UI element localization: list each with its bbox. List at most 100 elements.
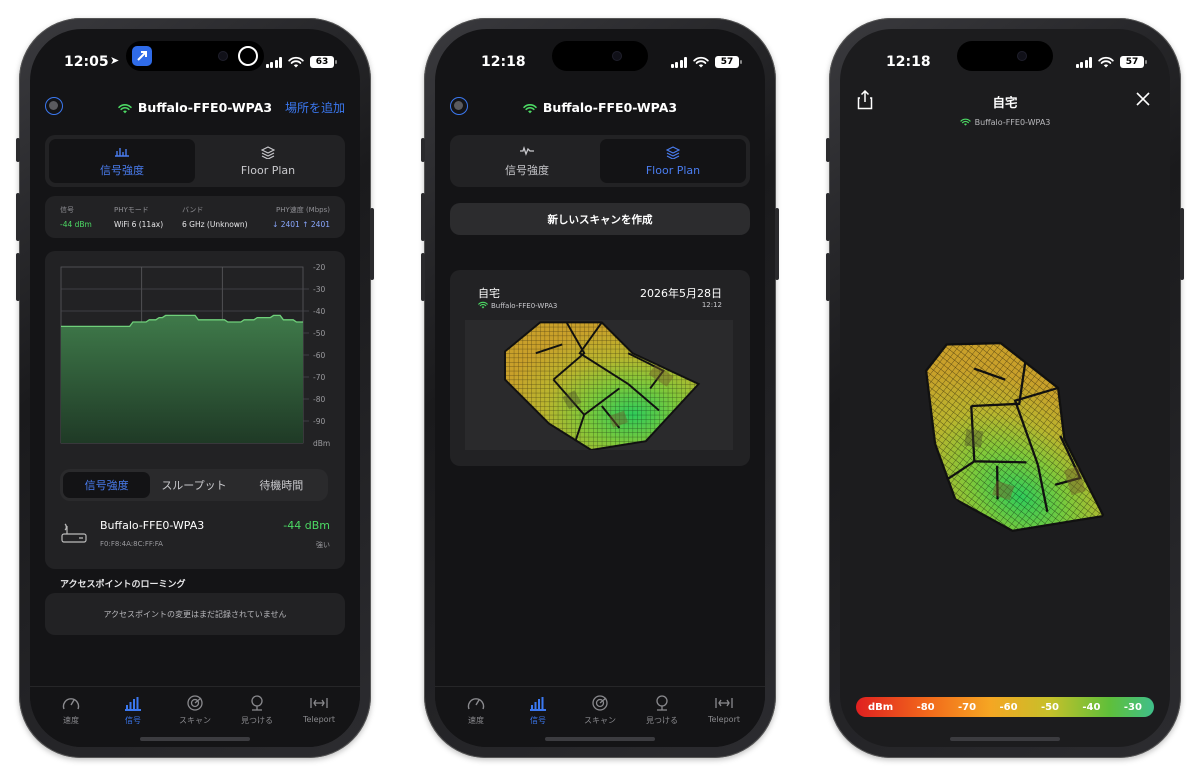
view-segmented-control: 信号強度 Floor Plan [450, 135, 750, 187]
segment-floor-plan[interactable]: Floor Plan [600, 139, 746, 183]
floor-plan-thumbnail [465, 320, 733, 450]
close-icon[interactable] [1136, 92, 1150, 106]
speedometer-icon [467, 698, 485, 710]
status-bar: 12:05 ➤ 63 [30, 54, 360, 74]
subtab-latency[interactable]: 待機時間 [238, 472, 325, 498]
metric-segmented-control: 信号強度 スループット 待機時間 [60, 469, 328, 501]
status-time: 12:05 [64, 54, 109, 70]
scan-time: 12:12 [701, 301, 722, 309]
speedometer-icon [62, 698, 80, 710]
wifi-icon [478, 301, 488, 309]
roaming-title: アクセスポイントのローミング [60, 580, 186, 590]
ap-dbm: -44 dBm [283, 519, 330, 532]
ap-quality: 強い [316, 541, 330, 549]
y-tick-label: -40 [313, 307, 325, 316]
y-tick-label: -60 [313, 351, 325, 360]
radar-icon [187, 695, 203, 711]
phone-frame-2: 12:18 57 Buffalo-FFE0-WPA3 信号強度 Floor Pl… [421, 18, 779, 758]
cellular-icon [265, 56, 282, 68]
signal-legend: dBm -80 -70 -60 -50 -40 -30 [856, 697, 1154, 717]
legend-tick: -30 [1123, 701, 1142, 713]
scan-name: 自宅 [478, 287, 500, 300]
signal-area [61, 315, 303, 443]
band-label: バンド [182, 206, 204, 214]
location-arrow-icon: ➤ [110, 54, 120, 67]
subtab-signal[interactable]: 信号強度 [63, 472, 151, 498]
layers-icon [261, 145, 275, 159]
view-segmented-control: 信号強度 Floor Plan [45, 135, 345, 187]
status-time: 12:18 [886, 54, 931, 70]
signal-bars-icon [530, 697, 546, 711]
detail-title: 自宅 [992, 95, 1018, 110]
new-scan-button[interactable]: 新しいスキャンを作成 [450, 203, 750, 235]
scan-ssid: Buffalo-FFE0-WPA3 [478, 301, 557, 310]
y-tick-label: -70 [313, 373, 325, 382]
signal-bars-icon [125, 697, 141, 711]
phy-rate-down: ↓ 2401 [272, 220, 300, 229]
y-tick-label: -30 [313, 285, 325, 294]
phy-mode-value: WiFi 6 (11ax) [114, 220, 164, 229]
roaming-card: アクセスポイントの変更はまだ記録されていません [45, 593, 345, 635]
router-icon [61, 523, 87, 543]
legend-tick: -60 [999, 701, 1018, 713]
phone-frame-3: 12:18 57 自宅 Buffalo-FFE0-WPA3 dBm -80 -7… [826, 18, 1184, 758]
battery-indicator: 63 [310, 56, 337, 68]
subtab-throughput[interactable]: スループット [150, 472, 237, 498]
signal-strength-icon [115, 147, 129, 157]
screen-signal: 12:05 ➤ 63 Buffalo-FFE0-WPA3 場所を追加 信号強度 [30, 29, 360, 747]
home-indicator [140, 737, 250, 741]
ap-mac: F0:F8:4A:8C:FF:FA [100, 540, 163, 548]
battery-indicator: 57 [715, 56, 742, 68]
status-bar: 12:18 57 [840, 54, 1170, 74]
segment-signal-strength[interactable]: 信号強度 [454, 139, 600, 183]
floor-plan-heatmap-large [880, 316, 1130, 564]
legend-tick: -80 [916, 701, 935, 713]
add-location-button[interactable]: 場所を追加 [285, 99, 345, 116]
screen-floor-plan-list: 12:18 57 Buffalo-FFE0-WPA3 信号強度 Floor Pl… [435, 29, 765, 747]
y-tick-label: -90 [313, 417, 325, 426]
teleport-icon [310, 698, 328, 708]
teleport-icon [715, 698, 733, 708]
y-tick-label: -20 [313, 263, 325, 272]
find-device-icon [656, 695, 668, 711]
wifi-status-icon [288, 56, 304, 68]
tab-teleport[interactable]: Teleport [693, 687, 755, 747]
legend-tick: -70 [958, 701, 977, 713]
signal-value: -44 dBm [60, 220, 92, 229]
y-tick-label: -80 [313, 395, 325, 404]
status-time: 12:18 [481, 54, 526, 70]
battery-indicator: 57 [1120, 56, 1147, 68]
signal-label: 信号 [60, 206, 74, 214]
layers-icon [666, 145, 680, 159]
network-title: Buffalo-FFE0-WPA3 [435, 100, 765, 115]
ap-name: Buffalo-FFE0-WPA3 [100, 519, 205, 532]
segment-floor-plan[interactable]: Floor Plan [195, 139, 341, 183]
radar-icon [592, 695, 608, 711]
phone-frame-1: 12:05 ➤ 63 Buffalo-FFE0-WPA3 場所を追加 信号強度 [16, 18, 374, 758]
segment-signal-strength[interactable]: 信号強度 [49, 139, 195, 183]
status-bar: 12:18 57 [435, 54, 765, 74]
wifi-icon [523, 103, 537, 114]
roaming-empty-text: アクセスポイントの変更はまだ記録されていません [103, 609, 287, 619]
signal-chart: -20 -30 -40 -50 -60 -70 -80 -90 dBm [60, 263, 330, 448]
phy-mode-label: PHYモード [114, 206, 149, 214]
legend-unit: dBm [868, 701, 894, 713]
scan-date: 2026年5月28日 [640, 287, 722, 300]
scan-card[interactable]: 自宅 Buffalo-FFE0-WPA3 2026年5月28日 12:12 [450, 270, 750, 466]
cellular-icon [1075, 56, 1092, 68]
legend-tick: -50 [1040, 701, 1060, 713]
tab-speed[interactable]: 速度 [40, 687, 102, 747]
connection-info-card: 信号 -44 dBm PHYモード WiFi 6 (11ax) バンド 6 GH… [45, 196, 345, 238]
band-value: 6 GHz (Unknown) [182, 220, 248, 229]
tab-teleport[interactable]: Teleport [288, 687, 350, 747]
access-point-row[interactable]: Buffalo-FFE0-WPA3 F0:F8:4A:8C:FF:FA -44 … [45, 513, 345, 563]
y-tick-label: dBm [313, 439, 330, 448]
cellular-icon [670, 56, 687, 68]
floor-plan-heatmap [475, 318, 711, 450]
home-indicator [950, 737, 1060, 741]
tab-speed[interactable]: 速度 [445, 687, 507, 747]
screen-floor-plan-detail: 12:18 57 自宅 Buffalo-FFE0-WPA3 dBm -80 -7… [840, 29, 1170, 747]
wifi-icon [118, 103, 132, 114]
wifi-icon [960, 118, 971, 126]
wifi-status-icon [693, 56, 709, 68]
